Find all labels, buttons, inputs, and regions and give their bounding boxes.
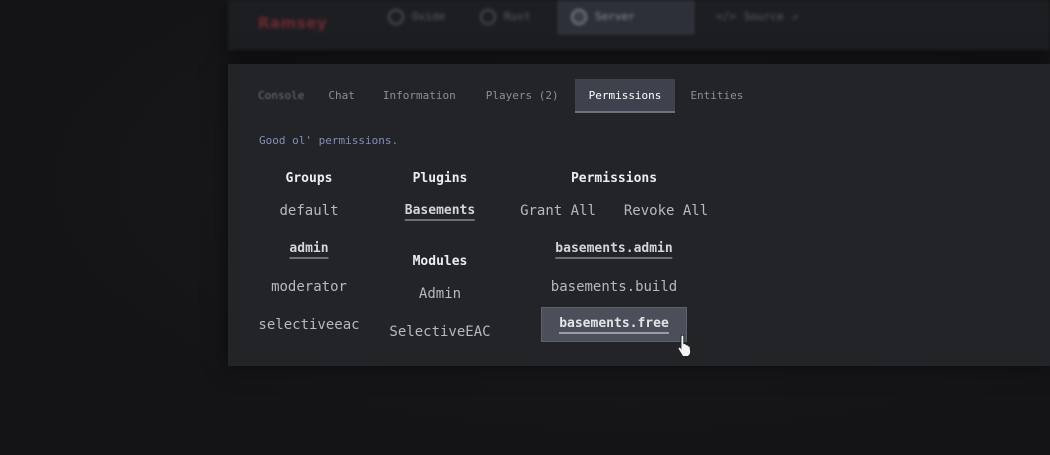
permission-item-basements-free[interactable]: basements.free — [541, 307, 687, 342]
top-navigation: Ramsey Oxide Rust Server </> Source ↗ — [228, 0, 1050, 50]
server-icon — [571, 8, 587, 25]
circle-icon — [480, 9, 496, 25]
plugins-heading: Plugins — [412, 171, 468, 186]
group-item-selectiveeac[interactable]: selectiveeac — [258, 317, 359, 333]
nav-item-source[interactable]: </> Source ↗ — [704, 0, 810, 34]
tab-console[interactable]: Console — [246, 79, 316, 113]
modules-heading: Modules — [412, 254, 468, 269]
nav-item-rust[interactable]: Rust — [468, 0, 543, 34]
group-item-admin[interactable]: admin — [289, 241, 329, 259]
module-item-selectiveeac[interactable]: SelectiveEAC — [389, 324, 490, 340]
permissions-heading: Permissions — [570, 171, 658, 186]
nav-item-oxide[interactable]: Oxide — [376, 0, 457, 34]
nav-item-label: Oxide — [412, 10, 446, 23]
nav-item-server[interactable]: Server — [558, 0, 694, 34]
nav-item-label: Source — [743, 10, 784, 23]
groups-heading: Groups — [285, 171, 333, 186]
group-item-default[interactable]: default — [279, 203, 338, 219]
tab-chat[interactable]: Chat — [316, 79, 367, 113]
permission-item-basements-admin[interactable]: basements.admin — [555, 241, 673, 259]
grant-all-button[interactable]: Grant All — [520, 203, 596, 219]
permissions-panel: Console Chat Information Players (2) Per… — [228, 64, 1050, 366]
page-subtitle: Good ol' permissions. — [259, 134, 399, 147]
group-item-moderator[interactable]: moderator — [271, 279, 347, 295]
tab-information[interactable]: Information — [367, 79, 472, 113]
brand-logo[interactable]: Ramsey — [258, 14, 327, 32]
module-item-admin[interactable]: Admin — [419, 286, 461, 302]
nav-item-label: Rust — [504, 10, 531, 23]
tab-bar: Console Chat Information Players (2) Per… — [246, 79, 758, 113]
revoke-all-button[interactable]: Revoke All — [624, 203, 708, 219]
external-link-icon: ↗ — [791, 10, 799, 23]
page: Ramsey Oxide Rust Server </> Source ↗ Co… — [0, 0, 1050, 455]
permission-item-basements-build[interactable]: basements.build — [551, 279, 677, 295]
code-icon: </> — [716, 10, 736, 23]
permission-item-label: basements.free — [559, 316, 669, 334]
hand-pointer-icon — [677, 335, 692, 357]
tab-players[interactable]: Players (2) — [472, 79, 575, 113]
circle-icon — [388, 9, 404, 25]
plugin-item-basements[interactable]: Basements — [404, 203, 476, 221]
tab-entities[interactable]: Entities — [675, 79, 758, 113]
nav-item-label: Server — [595, 9, 635, 23]
tab-permissions[interactable]: Permissions — [574, 79, 676, 113]
